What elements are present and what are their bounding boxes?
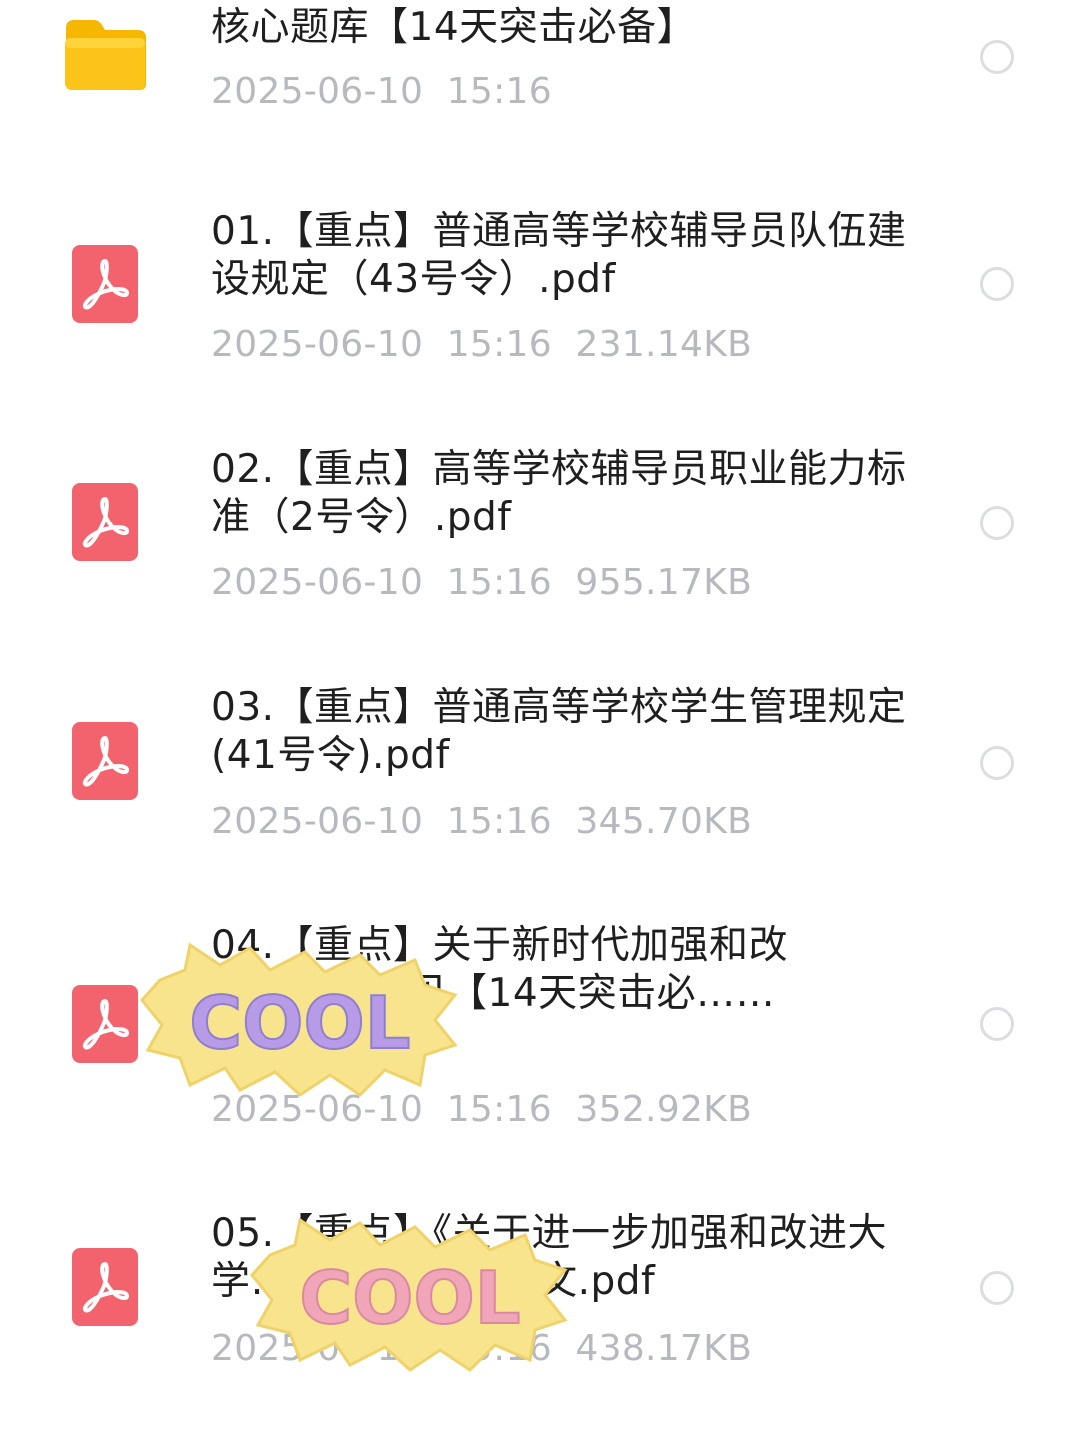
file-row-pdf[interactable]: 03.【重点】普通高等学校学生管理规定(41号令).pdf 2025-06-10…	[0, 680, 1080, 860]
file-name: 核心题库【14天突击必备】	[211, 5, 697, 50]
pdf-icon	[72, 722, 138, 800]
file-name: 02.【重点】高等学校辅导员职业能力标准（2号令）.pdf	[211, 447, 907, 540]
file-meta: 2025-06-10 15:16	[211, 71, 552, 112]
pdf-icon	[72, 483, 138, 561]
select-radio[interactable]	[980, 40, 1014, 74]
pdf-icon	[72, 985, 138, 1063]
select-radio[interactable]	[980, 746, 1014, 780]
file-name: 01.【重点】普通高等学校辅导员队伍建设规定（43号令）.pdf	[211, 209, 907, 302]
file-name: 04.【重点】关于新时代加强和改进……的意见【14天突击必……	[211, 923, 789, 1016]
file-row-folder[interactable]: 核心题库【14天突击必备】 2025-06-10 15:16	[0, 0, 1080, 150]
file-meta: 2025-06-10 15:16 345.70KB	[211, 801, 753, 842]
file-row-pdf[interactable]: 05.【重点】《关于进一步加强和改进大学……意见》16号文.pdf 2025-0…	[0, 1205, 1080, 1385]
file-meta: 2025-06-10 15:16 231.14KB	[211, 324, 753, 365]
file-list: 核心题库【14天突击必备】 2025-06-10 15:16 01.【重点】普通…	[0, 0, 1080, 1440]
select-radio[interactable]	[980, 1007, 1014, 1041]
pdf-icon	[72, 1248, 138, 1326]
file-row-pdf[interactable]: 01.【重点】普通高等学校辅导员队伍建设规定（43号令）.pdf 2025-06…	[0, 200, 1080, 380]
folder-icon	[65, 20, 146, 90]
file-meta: 2025-06-10 15:16 438.17KB	[211, 1328, 753, 1369]
select-radio[interactable]	[980, 267, 1014, 301]
file-name: 03.【重点】普通高等学校学生管理规定(41号令).pdf	[211, 685, 907, 778]
file-row-pdf[interactable]: 04.【重点】关于新时代加强和改进……的意见【14天突击必…… 2025-06-…	[0, 920, 1080, 1140]
file-row-pdf[interactable]: 02.【重点】高等学校辅导员职业能力标准（2号令）.pdf 2025-06-10…	[0, 440, 1080, 620]
select-radio[interactable]	[980, 506, 1014, 540]
file-meta: 2025-06-10 15:16 955.17KB	[211, 562, 753, 603]
pdf-icon	[72, 245, 138, 323]
select-radio[interactable]	[980, 1271, 1014, 1305]
file-name: 05.【重点】《关于进一步加强和改进大学……意见》16号文.pdf	[211, 1211, 888, 1304]
file-meta: 2025-06-10 15:16 352.92KB	[211, 1089, 753, 1130]
